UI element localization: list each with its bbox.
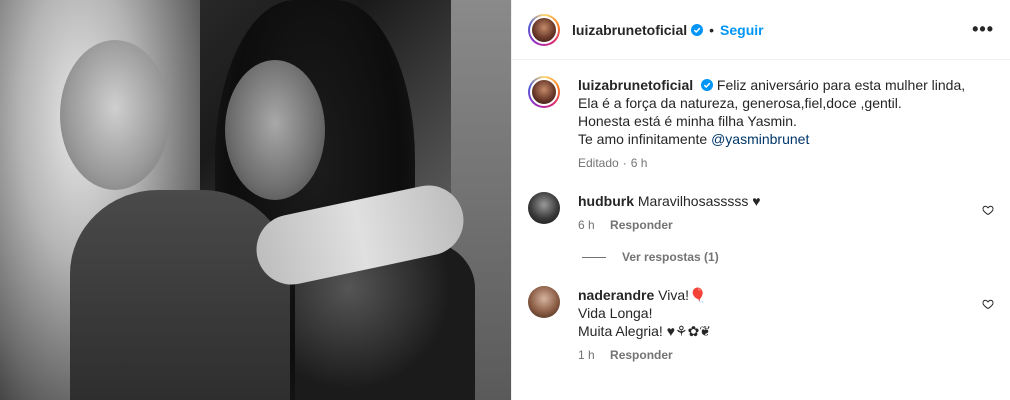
comment-meta: 1 h Responder: [578, 348, 711, 362]
caption-line: Feliz aniversário para esta mulher linda…: [716, 77, 966, 93]
post-side-panel: luizabrunetoficial • Seguir ••• luizabru…: [511, 0, 1010, 400]
caption-line: Te amo infinitamente: [578, 131, 712, 147]
comment-text: naderandre Viva!🎈 Vida Longa! Muita Aleg…: [578, 286, 711, 340]
comment-username[interactable]: hudburk: [578, 193, 634, 209]
view-replies-label: Ver respostas (1): [622, 250, 719, 264]
post-header: luizabrunetoficial • Seguir •••: [512, 0, 1010, 60]
comment-line: Vida Longa!: [578, 305, 653, 321]
caption-time[interactable]: 6 h: [631, 156, 648, 170]
comment-body: Maravilhosasssss ♥: [637, 193, 761, 209]
comment-avatar[interactable]: [528, 286, 560, 318]
comment-line: Viva!🎈: [658, 287, 707, 303]
header-separator: •: [709, 21, 715, 38]
post-photo[interactable]: [0, 0, 511, 400]
caption-row: luizabrunetoficial Feliz aniversário par…: [528, 76, 994, 170]
comment-username[interactable]: naderandre: [578, 287, 654, 303]
heart-outline-icon[interactable]: [982, 298, 994, 310]
caption-avatar[interactable]: [528, 76, 560, 108]
replies-divider: [582, 256, 606, 258]
post-dialog: luizabrunetoficial • Seguir ••• luizabru…: [0, 0, 1010, 400]
comment-line: Muita Alegria! ♥⚘✿❦: [578, 323, 712, 339]
edited-label: Editado: [578, 156, 619, 170]
comment-avatar[interactable]: [528, 192, 560, 224]
caption-mention-link[interactable]: @yasminbrunet: [711, 131, 809, 147]
caption-text: luizabrunetoficial Feliz aniversário par…: [578, 76, 965, 148]
reply-button[interactable]: Responder: [610, 348, 673, 362]
heart-outline-icon[interactable]: [982, 204, 994, 216]
more-options-icon[interactable]: •••: [972, 19, 994, 40]
comment-text: hudburk Maravilhosasssss ♥: [578, 192, 761, 210]
author-avatar[interactable]: [528, 13, 560, 46]
caption-username[interactable]: luizabrunetoficial: [578, 77, 693, 93]
time-separator: ·: [622, 156, 627, 170]
comments-list: luizabrunetoficial Feliz aniversário par…: [512, 60, 1010, 362]
view-replies-button[interactable]: Ver respostas (1): [582, 250, 994, 264]
caption-meta: Editado · 6 h: [578, 156, 965, 170]
verified-badge-icon: [691, 23, 704, 36]
author-username[interactable]: luizabrunetoficial: [572, 22, 687, 38]
comment-time[interactable]: 6 h: [578, 218, 595, 232]
verified-badge-icon: [701, 79, 714, 91]
caption-line: Ela é a força da natureza, generosa,fiel…: [578, 95, 902, 111]
caption-line: Honesta está é minha filha Yasmin.: [578, 113, 797, 129]
reply-button[interactable]: Responder: [610, 218, 673, 232]
comment-time[interactable]: 1 h: [578, 348, 595, 362]
comment-row: naderandre Viva!🎈 Vida Longa! Muita Aleg…: [528, 286, 994, 362]
comment-meta: 6 h Responder: [578, 218, 761, 232]
comment-row: hudburk Maravilhosasssss ♥ 6 h Responder: [528, 192, 994, 232]
follow-button[interactable]: Seguir: [720, 22, 764, 38]
